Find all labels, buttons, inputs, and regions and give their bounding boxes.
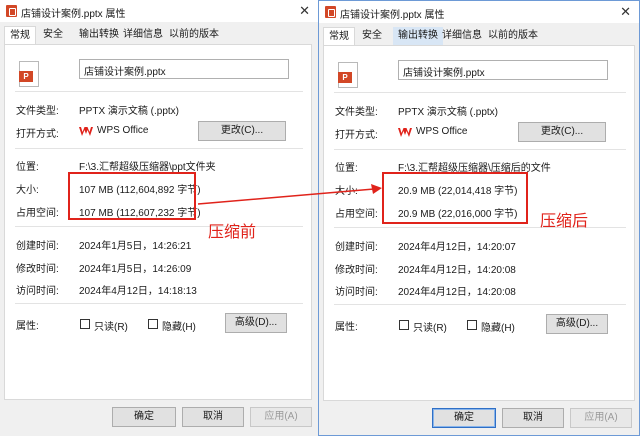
hidden-label[interactable]: 隐藏(H) [481,319,515,334]
accessed-label: 访问时间: [335,287,378,298]
advanced-button[interactable]: 高级(D)... [225,313,287,333]
filename-input[interactable]: 店铺设计案例.pptx [398,60,608,80]
open-with-label: 打开方式: [16,129,59,140]
wps-office-icon [79,127,93,136]
created-label: 创建时间: [16,241,59,252]
created-value: 2024年1月5日，14:26:21 [79,241,192,252]
size-label: 大小: [16,185,39,196]
file-type-label: 文件类型: [16,106,59,117]
readonly-label[interactable]: 只读(R) [94,318,128,333]
pptx-file-icon: P [19,61,39,87]
highlight-box-after [382,172,528,224]
arrow-icon [197,184,382,205]
tab-general[interactable]: 常规 [323,27,355,45]
general-panel: P 店铺设计案例.pptx 文件类型: PPTX 演示文稿 (.pptx) 打开… [4,44,312,400]
modified-label: 修改时间: [335,265,378,276]
divider [334,92,626,93]
open-with-label: 打开方式: [335,130,378,141]
created-value: 2024年4月12日，14:20:07 [398,242,516,253]
readonly-checkbox[interactable] [80,319,90,329]
cancel-button[interactable]: 取消 [182,407,244,427]
hidden-checkbox[interactable] [467,320,477,330]
readonly-label[interactable]: 只读(R) [413,319,447,334]
accessed-label: 访问时间: [16,286,59,297]
title-bar: 店铺设计案例.pptx 属性 ✕ [0,0,318,22]
divider [15,226,303,227]
annotation-after: 压缩后 [540,213,589,230]
location-label: 位置: [16,162,39,173]
open-with-value: WPS Office [416,126,468,137]
accessed-value: 2024年4月12日，14:18:13 [79,286,197,297]
attributes-label: 属性: [335,322,358,333]
readonly-checkbox[interactable] [399,320,409,330]
file-type-value: PPTX 演示文稿 (.pptx) [398,107,499,118]
tab-output-convert[interactable]: 输出转换 [393,27,443,45]
cancel-button[interactable]: 取消 [502,408,564,428]
tab-security[interactable]: 安全 [38,26,68,44]
accessed-value: 2024年4月12日，14:20:08 [398,287,516,298]
open-with-value: WPS Office [97,125,149,136]
annotation-before: 压缩前 [208,224,257,241]
disk-size-label: 占用空间: [16,208,59,219]
filename-input[interactable]: 店铺设计案例.pptx [79,59,289,79]
tab-security[interactable]: 安全 [357,27,387,45]
close-icon[interactable]: ✕ [299,3,310,19]
pptx-title-icon [6,5,17,17]
created-label: 创建时间: [335,242,378,253]
divider [15,91,303,92]
hidden-label[interactable]: 隐藏(H) [162,318,196,333]
tab-previous-versions[interactable]: 以前的版本 [483,27,543,45]
tab-general[interactable]: 常规 [4,26,36,44]
tab-details[interactable]: 详细信息 [437,27,487,45]
advanced-button[interactable]: 高级(D)... [546,314,608,334]
wps-office-icon [398,128,412,137]
file-type-value: PPTX 演示文稿 (.pptx) [79,106,180,117]
change-button[interactable]: 更改(C)... [518,122,606,142]
apply-button[interactable]: 应用(A) [250,407,312,427]
change-button[interactable]: 更改(C)... [198,121,286,141]
divider [334,149,626,150]
divider [15,303,303,304]
close-icon[interactable]: ✕ [620,4,631,20]
file-type-label: 文件类型: [335,107,378,118]
modified-value: 2024年4月12日，14:20:08 [398,265,516,276]
tab-output-convert[interactable]: 输出转换 [74,26,124,44]
modified-label: 修改时间: [16,264,59,275]
hidden-checkbox[interactable] [148,319,158,329]
ok-button[interactable]: 确定 [432,408,496,428]
tab-details[interactable]: 详细信息 [118,26,168,44]
window-title: 店铺设计案例.pptx 属性 [21,9,126,20]
title-bar: 店铺设计案例.pptx 属性 ✕ [319,1,639,23]
pptx-title-icon [325,6,336,18]
tab-previous-versions[interactable]: 以前的版本 [164,26,224,44]
highlight-box-before [68,172,196,220]
pptx-file-icon: P [338,62,358,88]
modified-value: 2024年1月5日，14:26:09 [79,264,192,275]
ok-button[interactable]: 确定 [112,407,176,427]
divider [334,304,626,305]
divider [15,148,303,149]
apply-button[interactable]: 应用(A) [570,408,632,428]
attributes-label: 属性: [16,321,39,332]
window-title: 店铺设计案例.pptx 属性 [340,10,445,21]
